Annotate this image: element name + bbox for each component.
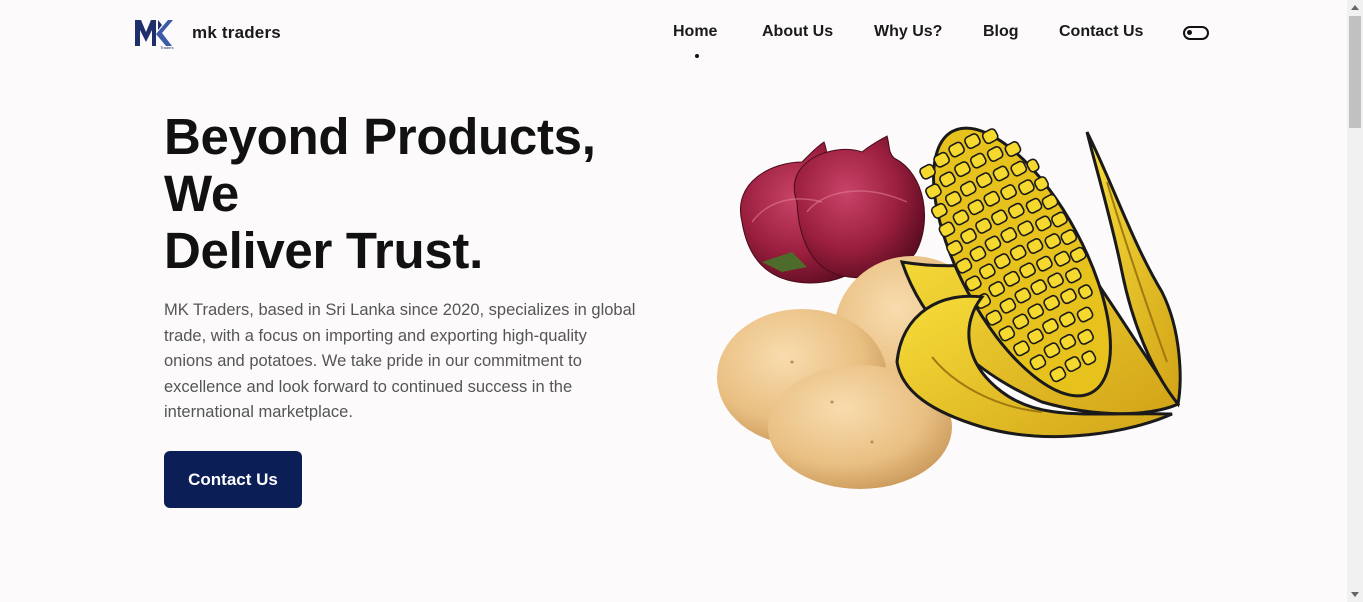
svg-text:Traders: Traders [160,45,174,50]
toggle-knob [1187,30,1192,35]
mk-logo-icon: Traders [135,20,174,50]
brand-logo[interactable]: Traders [134,18,174,50]
scroll-down-arrow-icon[interactable] [1351,592,1359,597]
nav-home[interactable]: Home [673,23,717,41]
theme-toggle-icon[interactable] [1183,26,1209,40]
corn-illustration [895,126,1182,439]
nav-why-us[interactable]: Why Us? [874,23,942,41]
nav-blog[interactable]: Blog [983,23,1019,41]
page-scrollbar[interactable] [1347,0,1363,602]
nav-about-us[interactable]: About Us [762,23,833,41]
brand-name[interactable]: mk traders [192,23,281,43]
active-indicator [695,54,699,58]
hero-description: MK Traders, based in Sri Lanka since 202… [164,301,636,421]
top-navbar: Traders mk traders Home About Us Why Us?… [0,0,1347,70]
contact-us-button[interactable]: Contact Us [164,451,302,508]
hero-title: Beyond Products, We Deliver Trust. [164,108,664,279]
nav-contact-us[interactable]: Contact Us [1059,23,1143,41]
scrollbar-thumb[interactable] [1349,16,1361,128]
hero-title-line-3: Deliver Trust. [164,222,483,279]
hero-title-line-2: We [164,165,239,222]
hero-title-line-1: Beyond Products, [164,108,596,165]
scroll-up-arrow-icon[interactable] [1351,5,1359,10]
hero-image [712,122,1192,494]
